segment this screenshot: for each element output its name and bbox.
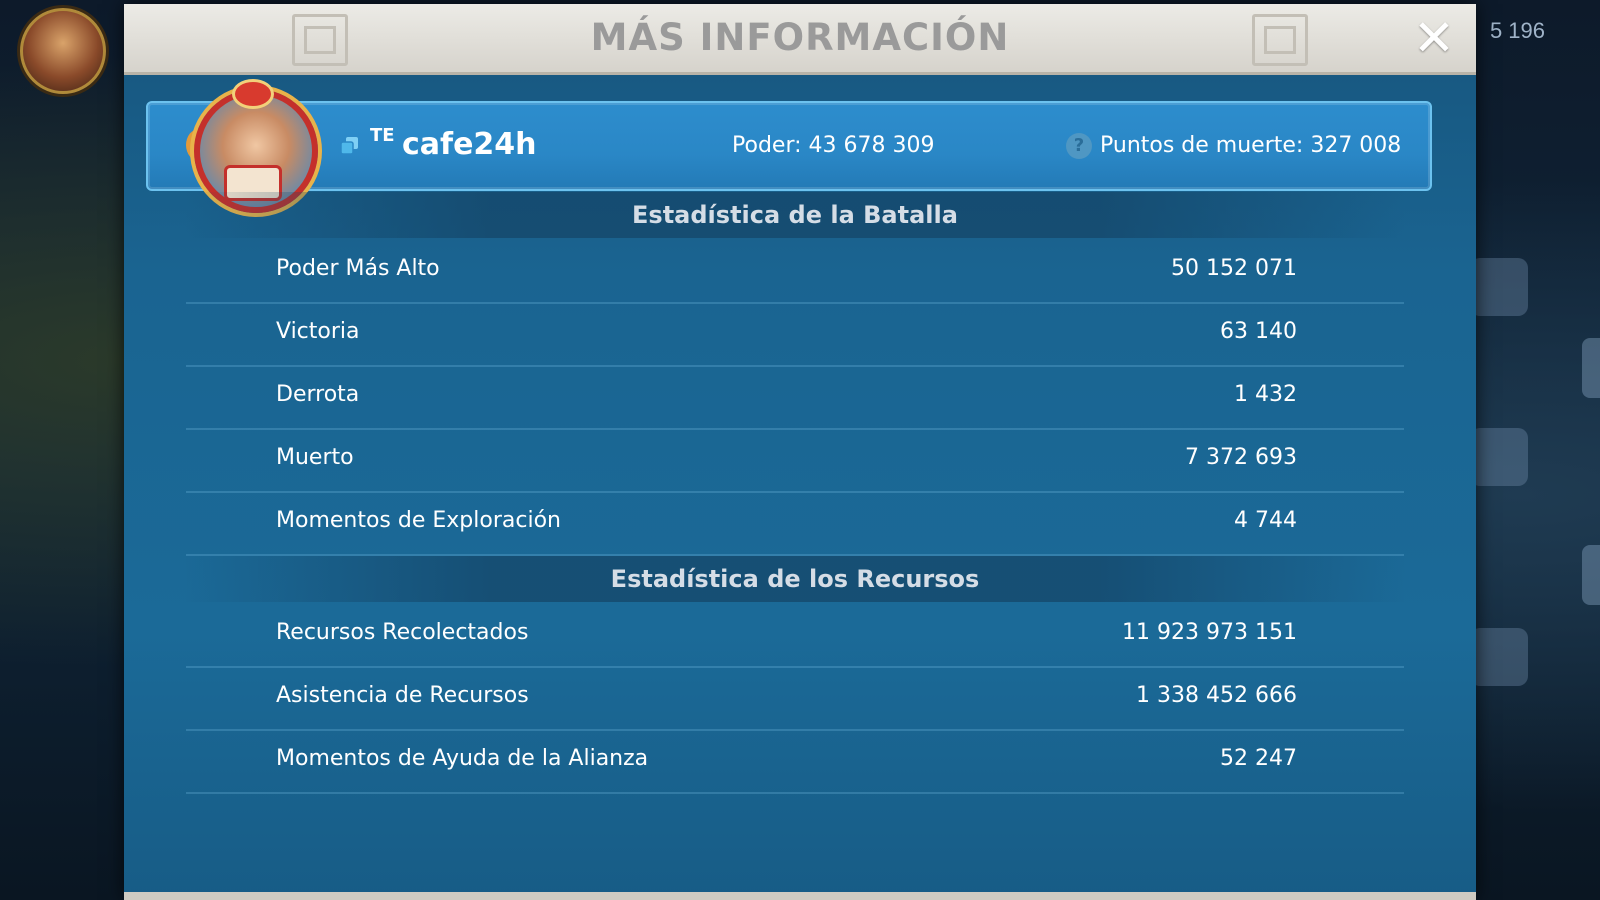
help-icon[interactable]: ? [1066, 133, 1092, 159]
background-side-tab [1582, 338, 1600, 398]
stat-label: Derrota [276, 382, 360, 407]
battle-stats-header: Estadística de la Batalla [184, 192, 1406, 238]
player-summary-bar: TE cafe24h Poder: 43 678 309 ? Puntos de… [146, 79, 1432, 213]
close-icon[interactable]: ✕ [1413, 13, 1455, 63]
stat-row: Momentos de Ayuda de la Alianza 52 247 [186, 730, 1404, 794]
death-points: Puntos de muerte: 327 008 [1100, 133, 1402, 158]
modal-title: MÁS INFORMACIÓN [590, 16, 1010, 59]
stat-value: 11 923 973 151 [1122, 620, 1297, 645]
player-name: cafe24h [402, 127, 537, 162]
resource-stats-header: Estadística de los Recursos [184, 556, 1406, 602]
modal-header: MÁS INFORMACIÓN ✕ [124, 4, 1476, 75]
alliance-tag: TE [370, 125, 395, 146]
more-info-modal: MÁS INFORMACIÓN ✕ TE cafe24h Poder: 43 6… [124, 4, 1476, 900]
stat-value: 50 152 071 [1171, 256, 1297, 281]
stat-label: Muerto [276, 445, 354, 470]
background-side-icon [1470, 258, 1528, 316]
stat-label: Momentos de Ayuda de la Alianza [276, 746, 649, 771]
stat-value: 1 432 [1234, 382, 1297, 407]
stat-value: 7 372 693 [1185, 445, 1297, 470]
background-side-tab [1582, 545, 1600, 605]
modal-bottom-border [124, 892, 1476, 900]
stat-row: Poder Más Alto 50 152 071 [186, 240, 1404, 304]
stat-label: Poder Más Alto [276, 256, 440, 281]
stat-row: Recursos Recolectados 11 923 973 151 [186, 604, 1404, 668]
stat-row: Victoria 63 140 [186, 303, 1404, 367]
stat-value: 52 247 [1220, 746, 1297, 771]
stat-row: Asistencia de Recursos 1 338 452 666 [186, 667, 1404, 731]
stat-label: Momentos de Exploración [276, 508, 561, 533]
stat-label: Recursos Recolectados [276, 620, 529, 645]
stat-value: 4 744 [1234, 508, 1297, 533]
background-resource-count: 5 196 [1489, 18, 1545, 43]
copy-icon[interactable] [340, 136, 360, 156]
stat-label: Asistencia de Recursos [276, 683, 529, 708]
background-side-icon [1470, 428, 1528, 486]
stat-row: Momentos de Exploración 4 744 [186, 492, 1404, 556]
ribbon-decoration [232, 79, 274, 109]
background-side-icon [1470, 628, 1528, 686]
stat-row: Derrota 1 432 [186, 366, 1404, 430]
stat-label: Victoria [276, 319, 360, 344]
close-button[interactable]: ✕ [1412, 13, 1456, 63]
stat-value: 1 338 452 666 [1136, 683, 1297, 708]
stat-value: 63 140 [1220, 319, 1297, 344]
player-power: Poder: 43 678 309 [732, 133, 935, 158]
stat-row: Muerto 7 372 693 [186, 429, 1404, 493]
background-player-avatar [20, 8, 106, 94]
